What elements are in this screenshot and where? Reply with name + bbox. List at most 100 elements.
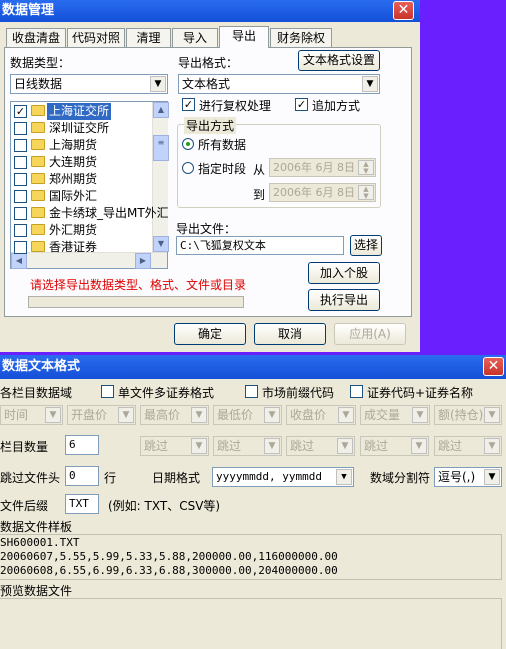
chevron-down-icon[interactable]: ▼ [191, 438, 207, 454]
chevron-down-icon[interactable]: ▼ [264, 438, 280, 454]
scroll-right-icon[interactable]: ▶ [135, 253, 151, 269]
choose-file-button[interactable]: 选择 [350, 235, 382, 256]
chevron-down-icon[interactable]: ▼ [336, 469, 352, 485]
field-select[interactable]: 时间 ▼ [0, 405, 63, 425]
chevron-down-icon[interactable]: ▼ [484, 438, 500, 454]
market-list[interactable]: ▲ ≡ ▼ ◀ ▶ ✓ 上海证交所 深圳证交所 上海期货 大连期货 郑州期货 国际外汇 金卡绣… [10, 101, 169, 269]
market-checkbox[interactable] [14, 207, 27, 220]
sample-line: 20060607,5.55,5.99,5.33,5.88,200000.00,1… [0, 550, 338, 563]
append-mode-checkbox[interactable]: ✓ [295, 98, 308, 111]
market-checkbox[interactable] [14, 139, 27, 152]
chevron-down-icon[interactable]: ▼ [191, 407, 207, 423]
market-name: 郑州期货 [49, 172, 98, 186]
field-value: 最低价 [217, 408, 254, 422]
to-date-value: 2006年 6月 8日 [273, 186, 355, 199]
from-date-picker[interactable]: 2006年 6月 8日 ▲ ▼ [269, 158, 376, 177]
close-icon[interactable]: ✕ [483, 357, 504, 376]
skip-select[interactable]: 跳过 ▼ [213, 436, 282, 456]
market-prefix-checkbox[interactable] [245, 385, 258, 398]
skip-select[interactable]: 跳过 ▼ [140, 436, 209, 456]
scroll-down-icon[interactable]: ▼ [153, 236, 169, 252]
code-name-checkbox[interactable] [350, 385, 363, 398]
tab-import[interactable]: 导入 [172, 28, 218, 48]
single-file-checkbox[interactable] [101, 385, 114, 398]
export-mode-group-title: 导出方式 [184, 117, 237, 134]
skip-select[interactable]: 跳过 ▼ [360, 436, 429, 456]
columns-label: 各栏目数据域 [0, 386, 73, 400]
spin-icon[interactable]: ▲ ▼ [358, 185, 374, 200]
folder-icon [31, 241, 45, 252]
market-checkbox[interactable] [14, 156, 27, 169]
chevron-down-icon[interactable]: ▼ [118, 407, 134, 423]
skip-select[interactable]: 跳过 ▼ [434, 436, 502, 456]
separator-select[interactable]: 逗号(,) ▼ [434, 467, 502, 487]
field-select[interactable]: 收盘价 ▼ [286, 405, 356, 425]
scroll-thumb[interactable]: ≡ [153, 135, 169, 161]
tab-cleanup[interactable]: 清理 [126, 28, 171, 48]
market-name: 上海期货 [49, 138, 98, 152]
folder-icon [31, 190, 45, 201]
suffix-input[interactable]: TXT [65, 494, 99, 514]
column-count-label: 栏目数量 [0, 440, 49, 454]
scroll-up-icon[interactable]: ▲ [153, 102, 169, 118]
market-checkbox[interactable] [14, 173, 27, 186]
skip-select[interactable]: 跳过 ▼ [286, 436, 355, 456]
chevron-down-icon[interactable]: ▼ [362, 76, 378, 92]
field-select[interactable]: 最低价 ▼ [213, 405, 282, 425]
chevron-down-icon[interactable]: ▼ [484, 469, 500, 485]
execute-export-button[interactable]: 执行导出 [308, 289, 380, 311]
text-format-settings-button[interactable]: 文本格式设置 [298, 50, 380, 71]
date-format-select[interactable]: yyyymmdd, yymmdd ▼ [212, 467, 354, 487]
tab-finance-rights[interactable]: 财务除权 [270, 28, 332, 48]
field-value: 收盘价 [290, 408, 327, 422]
cancel-button[interactable]: 取消 [254, 323, 326, 345]
add-stock-button[interactable]: 加入个股 [308, 262, 380, 284]
tab-code-map[interactable]: 代码对照 [67, 28, 125, 48]
market-name: 大连期货 [49, 155, 98, 169]
scroll-left-icon[interactable]: ◀ [11, 253, 27, 269]
to-date-picker[interactable]: 2006年 6月 8日 ▲ ▼ [269, 183, 376, 202]
restore-rights-checkbox[interactable]: ✓ [182, 98, 195, 111]
export-file-label: 导出文件： [176, 222, 237, 236]
column-count-input[interactable]: 6 [65, 435, 99, 455]
market-name: 香港证券 [49, 240, 98, 254]
export-format-select[interactable]: 文本格式 ▼ [178, 74, 380, 94]
apply-button[interactable]: 应用(A) [334, 323, 406, 345]
skip-header-input[interactable]: 0 [65, 466, 99, 486]
market-checkbox[interactable] [14, 122, 27, 135]
tab-export[interactable]: 导出 [219, 26, 269, 48]
date-format-label: 日期格式 [152, 471, 201, 485]
market-checkbox[interactable] [14, 224, 27, 237]
chevron-down-icon[interactable]: ▼ [264, 407, 280, 423]
period-radio[interactable] [182, 162, 194, 174]
dialog-title-bar: 数据管理 [0, 0, 420, 22]
append-mode-label: 追加方式 [312, 99, 361, 113]
text-format-title-bar: 数据文本格式 [0, 355, 506, 379]
data-management-dialog: 数据管理 ✕ 收盘清盘 代码对照 清理 导入 导出 财务除权 数据类型： 日线数… [0, 0, 420, 352]
field-select[interactable]: 开盘价 ▼ [67, 405, 136, 425]
chevron-down-icon[interactable]: ▼ [337, 438, 353, 454]
field-select[interactable]: 额(持仓) ▼ [434, 405, 502, 425]
chevron-down-icon[interactable]: ▼ [45, 407, 61, 423]
data-type-select[interactable]: 日线数据 ▼ [10, 74, 168, 94]
chevron-down-icon[interactable]: ▼ [411, 438, 427, 454]
field-select[interactable]: 最高价 ▼ [140, 405, 209, 425]
spin-icon[interactable]: ▲ ▼ [358, 160, 374, 175]
chevron-down-icon[interactable]: ▼ [338, 407, 354, 423]
chevron-down-icon[interactable]: ▼ [150, 76, 166, 92]
text-format-title: 数据文本格式 [2, 359, 81, 374]
market-checkbox[interactable]: ✓ [14, 105, 27, 118]
export-file-input[interactable]: C:\飞狐复权文本 [176, 236, 344, 255]
all-data-radio[interactable] [182, 138, 194, 150]
market-name: 上海证交所 [47, 103, 112, 120]
tab-close-clear[interactable]: 收盘清盘 [6, 28, 66, 48]
field-select[interactable]: 成交量 ▼ [360, 405, 430, 425]
market-checkbox[interactable] [14, 190, 27, 203]
chevron-down-icon[interactable]: ▼ [412, 407, 428, 423]
chevron-down-icon[interactable]: ▼ [484, 407, 500, 423]
market-checkbox[interactable] [14, 241, 27, 254]
close-icon[interactable]: ✕ [393, 1, 414, 20]
ok-button[interactable]: 确定 [174, 323, 246, 345]
period-label: 指定时段 [198, 162, 247, 176]
list-vertical-scrollbar[interactable]: ▲ ≡ ▼ [152, 102, 169, 252]
